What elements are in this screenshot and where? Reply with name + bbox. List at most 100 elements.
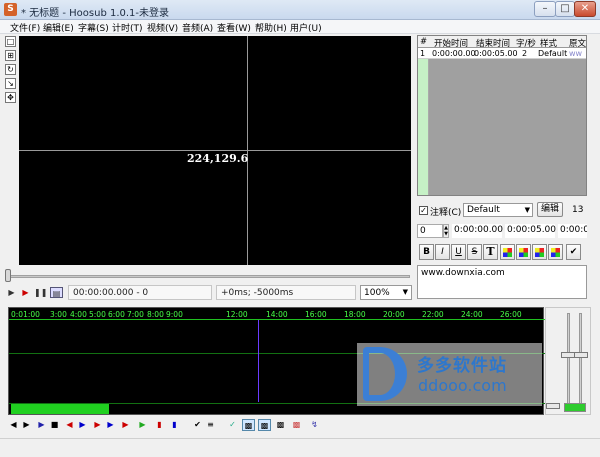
- play-selection-icon[interactable]: ▶: [36, 419, 47, 431]
- table-row[interactable]: 1 0:00:00.00 0:00:05.00 2 Default ww: [418, 48, 586, 59]
- zoom-select[interactable]: 100% ▼: [360, 285, 412, 300]
- commit-icon[interactable]: ✔: [192, 419, 203, 431]
- audio-toolbar: ◀ ▶ ▶ ■ ◀ ▶ ▶ ▶ ▶ ▶ ▮ ▮ ✔ ≡ ✓ ▩ ▩ ▩ ▩ ↯: [6, 417, 594, 435]
- italic-button[interactable]: I: [435, 244, 450, 260]
- play-from-cursor-icon[interactable]: ▶: [137, 419, 148, 431]
- seek-thumb[interactable]: [5, 269, 11, 282]
- title-bar: S * 无标题 - Hoosub 1.0.1-未登录 – □ ✕: [0, 0, 600, 20]
- maximize-button[interactable]: □: [555, 1, 575, 17]
- drag-tool-icon[interactable]: ⊞: [5, 50, 16, 61]
- timeline-tick: 7:00: [127, 310, 144, 319]
- scale-tool-icon[interactable]: ↘: [5, 78, 16, 89]
- auto-scroll-icon[interactable]: ▩: [258, 419, 271, 431]
- clip-tool-icon[interactable]: ✥: [5, 92, 16, 103]
- volume-thumb[interactable]: [574, 352, 588, 358]
- next-line-icon[interactable]: ▶: [21, 419, 32, 431]
- seek-track[interactable]: [6, 275, 410, 278]
- row-cps: 2: [522, 49, 528, 58]
- menu-user[interactable]: 用户(U): [290, 21, 322, 34]
- play-before-icon[interactable]: ◀: [64, 419, 75, 431]
- chevron-down-icon: ▼: [524, 206, 530, 214]
- end-time-value: 0:00:05.00: [507, 225, 557, 235]
- close-button[interactable]: ✕: [574, 1, 596, 17]
- shadow-color-icon[interactable]: [548, 244, 563, 260]
- previous-line-icon[interactable]: ◀: [8, 419, 19, 431]
- vertical-zoom-track[interactable]: [567, 313, 570, 408]
- menu-audio[interactable]: 音频(A): [182, 21, 213, 34]
- menu-edit[interactable]: 编辑(E): [43, 21, 74, 34]
- underline-button[interactable]: U: [451, 244, 466, 260]
- menu-view[interactable]: 查看(W): [217, 21, 251, 34]
- video-display[interactable]: 224,129.6: [19, 36, 411, 265]
- timing-mode-icon[interactable]: ↯: [308, 419, 321, 431]
- edit-style-button[interactable]: 编辑: [537, 202, 563, 217]
- menu-subtitle[interactable]: 字幕(S): [78, 21, 109, 34]
- lead-in-icon[interactable]: ▮: [154, 419, 165, 431]
- comment-checkbox[interactable]: ✓: [419, 206, 428, 215]
- volume-track[interactable]: [579, 313, 582, 408]
- play-icon[interactable]: ▶: [6, 287, 17, 298]
- start-time-input[interactable]: 0:00:00.00: [452, 224, 504, 238]
- subtitle-grid: # 开始时间 结束时间 字/秒 样式 原文 1 0:00:00.00 0:00:…: [417, 35, 587, 196]
- font-button[interactable]: T: [483, 244, 498, 260]
- secondary-color-icon[interactable]: [516, 244, 531, 260]
- timeline-tick: 8:00: [147, 310, 164, 319]
- menu-timing[interactable]: 计时(T): [112, 21, 143, 34]
- timeline-tick: 22:00: [422, 310, 444, 319]
- stop-icon[interactable]: ■: [49, 419, 60, 431]
- standard-tool-icon[interactable]: □: [5, 36, 16, 47]
- row-text: ww: [569, 49, 583, 58]
- primary-color-icon[interactable]: [500, 244, 515, 260]
- commit-check-icon[interactable]: ✔: [566, 244, 581, 260]
- watermark: 多多软件站 ddooo.com: [357, 343, 542, 406]
- row-style: Default: [538, 49, 568, 58]
- minimize-button[interactable]: –: [534, 1, 556, 17]
- row-indicator-column: [418, 36, 429, 195]
- bold-button[interactable]: B: [419, 244, 434, 260]
- split-icon[interactable]: ▩: [290, 419, 303, 431]
- timeline-tick: 5:00: [89, 310, 106, 319]
- outline-color-icon[interactable]: [532, 244, 547, 260]
- menu-video[interactable]: 视频(V): [147, 21, 178, 34]
- time-frame-display: 00:00:00.000 - 0: [68, 285, 212, 300]
- karaoke-icon[interactable]: ▩: [274, 419, 287, 431]
- play-last-500ms-icon[interactable]: ▶: [105, 419, 116, 431]
- menu-help[interactable]: 帮助(H): [255, 21, 287, 34]
- play-line-icon[interactable]: ▶: [20, 287, 31, 298]
- duration-value: 0:00:05.00: [560, 225, 587, 235]
- timeline-tick: 18:00: [344, 310, 366, 319]
- zoom-value: 100%: [364, 288, 390, 298]
- start-time-value: 0:00:00.00: [454, 225, 504, 235]
- char-count: 13: [572, 205, 584, 215]
- link-slider-toggle[interactable]: [564, 403, 586, 412]
- end-time-input[interactable]: 0:00:05.00: [505, 224, 557, 238]
- horizontal-zoom-thumb[interactable]: [546, 403, 560, 409]
- timeline-tick: 3:00: [50, 310, 67, 319]
- timeline-tick: 24:00: [461, 310, 483, 319]
- rotate-tool-icon[interactable]: ↻: [5, 64, 16, 75]
- timeline-cursor[interactable]: [258, 320, 259, 402]
- strikeout-button[interactable]: S: [467, 244, 482, 260]
- chevron-down-icon: ▼: [402, 288, 408, 296]
- subtitle-range-bar[interactable]: [11, 404, 109, 414]
- watermark-cn: 多多软件站: [417, 356, 507, 376]
- auto-commit-icon[interactable]: ▩: [242, 419, 255, 431]
- pause-icon[interactable]: ❚❚: [34, 287, 47, 298]
- spectrum-mode-icon[interactable]: ✓: [226, 419, 239, 431]
- timeline-tick: 12:00: [226, 310, 248, 319]
- vertical-zoom-thumb[interactable]: [561, 352, 575, 358]
- go-to-icon[interactable]: ≡: [205, 419, 216, 431]
- play-first-500ms-icon[interactable]: ▶: [92, 419, 103, 431]
- layer-input[interactable]: 0: [417, 224, 443, 238]
- auto-scroll-icon[interactable]: ▤: [50, 287, 63, 298]
- menu-file[interactable]: 文件(F): [10, 21, 40, 34]
- play-after-icon[interactable]: ▶: [77, 419, 88, 431]
- style-select[interactable]: Default ▼: [463, 203, 533, 217]
- duration-input[interactable]: 0:00:05.00: [558, 224, 587, 238]
- subtitle-text-input[interactable]: www.downxia.com: [417, 265, 587, 299]
- offset-display: +0ms; -5000ms: [216, 285, 356, 300]
- play-to-end-icon[interactable]: ▶: [120, 419, 131, 431]
- subtitle-editor: ✓ 注释(C) Default ▼ 编辑 13 0 ▲ ▼ 0:00:00.00 …: [417, 198, 587, 299]
- lead-out-icon[interactable]: ▮: [169, 419, 180, 431]
- layer-stepper[interactable]: ▲ ▼: [443, 224, 449, 238]
